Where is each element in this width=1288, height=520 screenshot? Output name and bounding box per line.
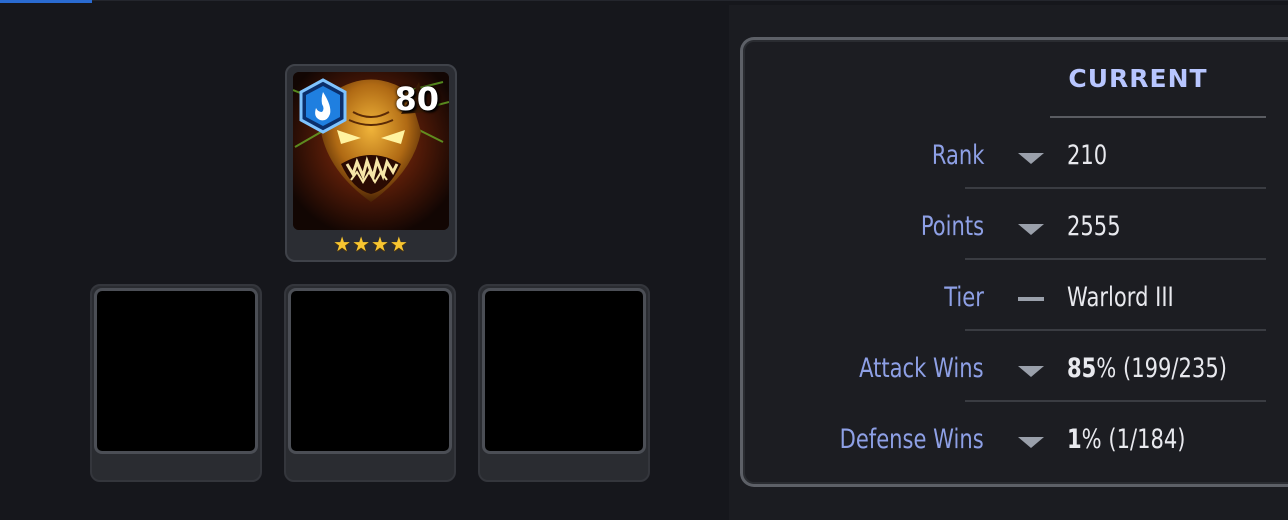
- defense-wins-label: Defense Wins: [839, 424, 984, 455]
- attack-wins-record: (199/235): [1116, 353, 1227, 384]
- attack-wins-percent: 85: [1067, 353, 1097, 384]
- row-divider: [965, 187, 1266, 189]
- hero-card[interactable]: 80 ★★★★: [285, 64, 457, 262]
- row-divider: [965, 258, 1266, 260]
- trend-down-icon: [1018, 366, 1044, 377]
- trend-down-icon: [1018, 224, 1044, 235]
- stats-panel: [740, 37, 1288, 487]
- percent-sign: %: [1081, 424, 1102, 455]
- row-divider: [965, 400, 1266, 402]
- empty-slot[interactable]: [90, 284, 262, 482]
- defense-wins-record: (1/184): [1101, 424, 1186, 455]
- column-header-current: CURRENT: [1068, 64, 1208, 93]
- top-divider: [92, 0, 1288, 1]
- row-divider: [965, 329, 1266, 331]
- trend-down-icon: [1018, 437, 1044, 448]
- empty-slot-frame: [94, 288, 258, 454]
- hero-level: 80: [394, 80, 439, 118]
- trend-down-icon: [1018, 153, 1044, 164]
- empty-slot-frame: [288, 288, 452, 454]
- header-divider: [1050, 116, 1266, 118]
- empty-slot[interactable]: [478, 284, 650, 482]
- empty-slot[interactable]: [284, 284, 456, 482]
- trend-none-icon: [1018, 297, 1044, 301]
- star-rating: ★★★★: [333, 234, 409, 256]
- attack-wins-label: Attack Wins: [859, 353, 984, 384]
- tier-value: Warlord III: [1067, 282, 1174, 313]
- points-value: 2555: [1067, 211, 1121, 242]
- empty-slot-frame: [482, 288, 646, 454]
- top-accent-bar: [0, 0, 92, 3]
- defense-wins-percent: 1: [1067, 424, 1082, 455]
- defense-wins-value: 1% (1/184): [1067, 424, 1185, 455]
- percent-sign: %: [1096, 353, 1117, 384]
- rank-value: 210: [1067, 140, 1108, 171]
- attack-wins-value: 85% (199/235): [1067, 353, 1227, 384]
- hero-portrait: 80: [293, 72, 449, 230]
- points-label: Points: [920, 211, 984, 242]
- tier-label: Tier: [944, 282, 984, 313]
- mystic-class-icon: [298, 78, 348, 134]
- rank-label: Rank: [931, 140, 984, 171]
